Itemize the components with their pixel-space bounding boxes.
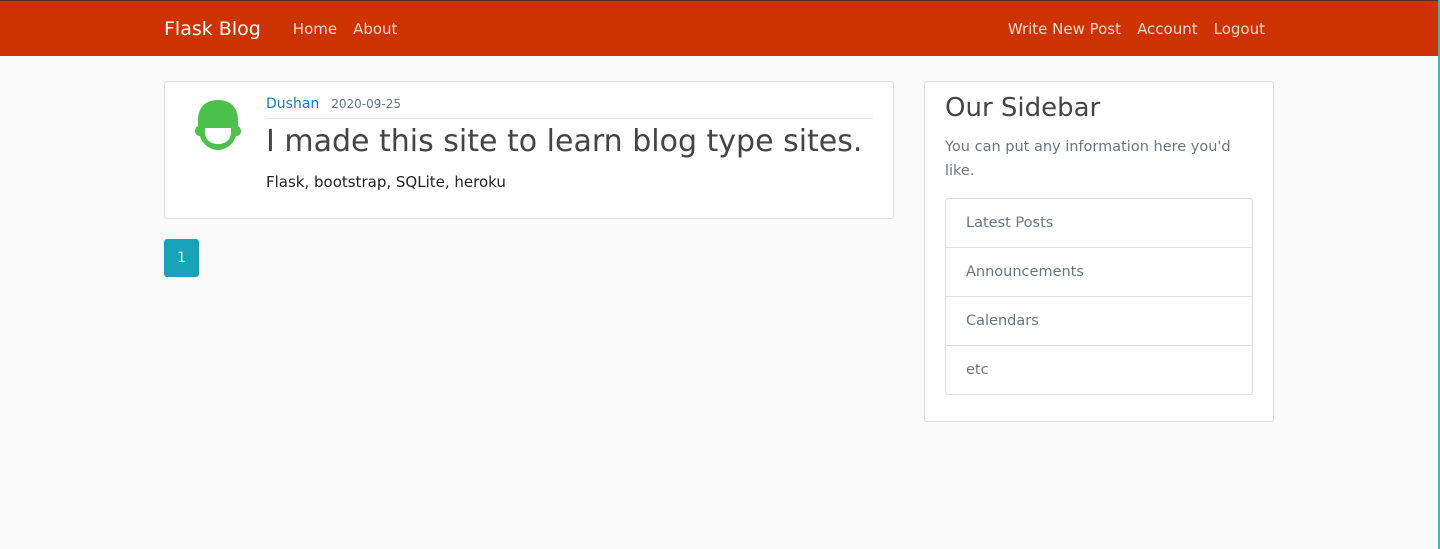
sidebar-description: You can put any information here you'd l… [945, 139, 1231, 179]
sidebar-item-etc[interactable]: etc [946, 345, 1252, 394]
post-card: Dushan 2020-09-25 I made this site to le… [164, 81, 894, 219]
nav-home-link[interactable]: Home [293, 20, 337, 38]
sidebar-list: Latest Posts Announcements Calendars etc [945, 198, 1253, 395]
post-content: Flask, bootstrap, SQLite, heroku [266, 173, 506, 191]
pagination-page-1[interactable]: 1 [164, 239, 199, 277]
nav-left-group: Home About [293, 20, 414, 38]
nav-right-group: Write New Post Account Logout [992, 20, 1265, 38]
sidebar-title: Our Sidebar [945, 93, 1101, 123]
nav-about-link[interactable]: About [353, 20, 397, 38]
brand-link[interactable]: Flask Blog [164, 18, 261, 40]
sidebar-item-latest-posts[interactable]: Latest Posts [946, 199, 1252, 247]
sidebar: Our Sidebar You can put any information … [924, 81, 1274, 422]
top-navbar: Flask Blog Home About Write New Post Acc… [0, 0, 1438, 56]
post-title-link[interactable]: I made this site to learn blog type site… [266, 124, 862, 159]
post-date: 2020-09-25 [331, 97, 402, 111]
user-helmet-icon[interactable] [193, 98, 243, 154]
navbar-container: Flask Blog Home About Write New Post Acc… [164, 1, 1265, 57]
sidebar-item-calendars[interactable]: Calendars [946, 296, 1252, 345]
post-meta: Dushan 2020-09-25 [266, 96, 873, 119]
author-link[interactable]: Dushan [266, 96, 319, 112]
sidebar-item-announcements[interactable]: Announcements [946, 247, 1252, 296]
nav-logout-link[interactable]: Logout [1214, 20, 1265, 38]
nav-account-link[interactable]: Account [1137, 20, 1198, 38]
nav-write-post-link[interactable]: Write New Post [1008, 20, 1121, 38]
